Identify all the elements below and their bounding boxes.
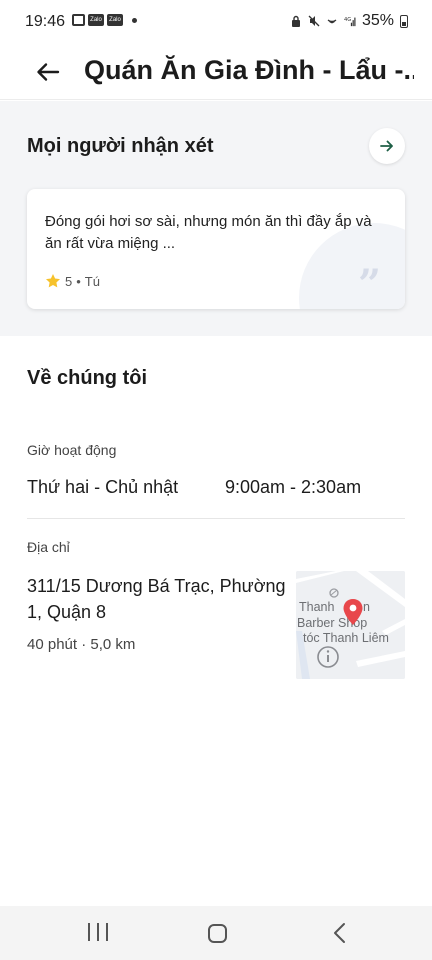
address-label: Địa chỉ [27, 539, 70, 555]
star-icon [46, 274, 60, 288]
gallery-icon [72, 14, 85, 26]
status-time: 19:46 [25, 13, 66, 30]
page-title: Quán Ăn Gia Đình - Lẩu -... [84, 55, 414, 85]
review-text: Đóng gói hơi sơ sài, nhưng món ăn thì đầ… [45, 213, 372, 252]
home-button[interactable] [208, 924, 227, 943]
recent-apps-button[interactable] [88, 923, 108, 943]
nav-back-button[interactable] [330, 922, 350, 944]
review-rating: 5 [65, 273, 73, 289]
quote-icon: ” [358, 261, 381, 308]
zalo-icon: Zalo [107, 14, 123, 26]
hours-days: Thứ hai - Chủ nhật [27, 477, 179, 497]
recent-apps-icon [88, 923, 90, 941]
back-button[interactable] [32, 56, 64, 88]
map-label: Thanh [299, 600, 335, 614]
hours-label: Giờ hoạt động [27, 442, 117, 458]
review-separator: • [76, 273, 81, 289]
reviews-title: Mọi người nhận xét [27, 135, 214, 157]
status-bar: 19:46 Zalo Zalo 4G 35% [0, 0, 432, 44]
about-title: Về chúng tôi [27, 367, 147, 389]
system-nav-bar [0, 906, 432, 960]
arrow-right-icon [380, 140, 393, 152]
signal-icon: 4G [344, 17, 356, 27]
reviews-section: Mọi người nhận xét Đóng gói hơi sơ sài, … [0, 101, 432, 336]
arrow-left-icon [37, 63, 60, 81]
battery-level: 35% [361, 12, 394, 29]
map-pin-icon [343, 599, 363, 625]
review-card[interactable]: Đóng gói hơi sơ sài, nhưng món ăn thì đầ… [27, 189, 405, 309]
more-notifications-icon [132, 17, 137, 23]
map-label: n [363, 600, 370, 614]
recent-apps-icon [106, 923, 108, 941]
svg-text:4G: 4G [344, 17, 351, 23]
hours-time: 9:00am - 2:30am [225, 477, 362, 497]
reviews-see-all-button[interactable] [369, 128, 405, 164]
notification-icons: Zalo Zalo [72, 14, 137, 26]
review-meta: 5 • Tú [45, 273, 100, 289]
system-icons: 4G 35% [290, 12, 408, 30]
distance-text: 40 phút · 5,0 km [27, 636, 136, 653]
app-header: Quán Ăn Gia Đình - Lẩu -... [0, 44, 432, 100]
review-author: Tú [84, 273, 100, 289]
lock-icon [291, 15, 300, 27]
zalo-icon: Zalo [88, 14, 104, 26]
map-thumbnail[interactable]: Thanh n Barber Shop tóc Thanh Liêm [296, 571, 405, 679]
address-text: 311/15 Dương Bá Trạc, Phường 1, Quận 8 [27, 576, 286, 622]
divider [27, 518, 405, 519]
recent-apps-icon [97, 923, 99, 941]
map-label: tóc Thanh Liêm [303, 631, 389, 645]
mute-icon [308, 15, 320, 27]
hotspot-icon [327, 19, 337, 24]
battery-icon [400, 14, 408, 28]
